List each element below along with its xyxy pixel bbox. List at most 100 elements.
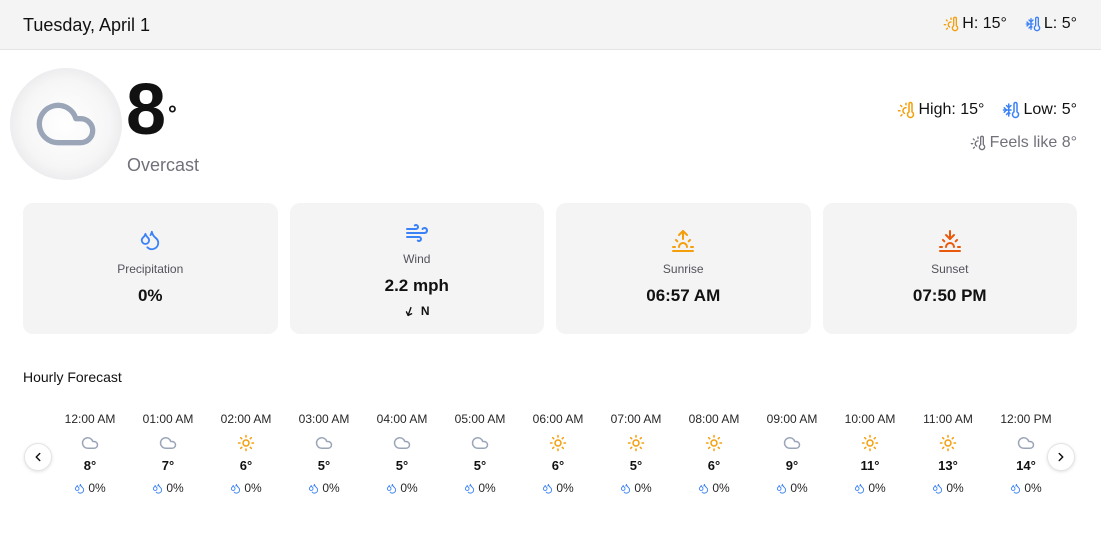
hourly-item: 02:00 AM 6° 0% bbox=[207, 411, 285, 501]
hourly-precip: 0% bbox=[831, 481, 909, 495]
current-high-low: High: 15° Low: 5° bbox=[897, 101, 1077, 119]
droplets-icon bbox=[139, 229, 161, 251]
cloud-icon bbox=[1017, 434, 1035, 452]
droplets-icon bbox=[620, 483, 631, 494]
thermometer-snowflake-icon bbox=[1002, 101, 1020, 119]
hourly-precip: 0% bbox=[597, 481, 675, 495]
hourly-precip-value: 0% bbox=[790, 481, 808, 495]
hourly-time: 03:00 AM bbox=[298, 412, 350, 426]
hourly-precip: 0% bbox=[909, 481, 987, 495]
sunset-card: Sunset 07:50 PM bbox=[822, 203, 1077, 334]
hourly-temp: 5° bbox=[629, 458, 643, 473]
hourly-precip: 0% bbox=[363, 481, 441, 495]
hourly-precip-value: 0% bbox=[244, 481, 262, 495]
precipitation-card: Precipitation 0% bbox=[23, 203, 278, 334]
hourly-temp: 7° bbox=[161, 458, 175, 473]
sun-icon bbox=[549, 434, 567, 452]
hourly-temp: 9° bbox=[785, 458, 799, 473]
hourly-forecast-title: Hourly Forecast bbox=[23, 369, 122, 385]
hourly-item: 06:00 AM 6° 0% bbox=[519, 411, 597, 501]
droplets-icon bbox=[776, 483, 787, 494]
hourly-temp: 13° bbox=[938, 458, 958, 473]
hourly-temp: 8° bbox=[83, 458, 97, 473]
hourly-item: 11:00 AM 13° 0% bbox=[909, 411, 987, 501]
hourly-precip-value: 0% bbox=[556, 481, 574, 495]
hourly-temp: 11° bbox=[860, 458, 880, 473]
current-weather-icon-badge bbox=[10, 68, 122, 180]
hourly-item: 08:00 AM 6° 0% bbox=[675, 411, 753, 501]
current-temperature: 8 bbox=[126, 70, 166, 150]
hourly-precip-value: 0% bbox=[1024, 481, 1042, 495]
hourly-precip: 0% bbox=[753, 481, 831, 495]
feels-like-text: Feels like 8° bbox=[989, 134, 1077, 151]
hourly-precip-value: 0% bbox=[88, 481, 106, 495]
hourly-item: 05:00 AM 5° 0% bbox=[441, 411, 519, 501]
hourly-temp: 6° bbox=[551, 458, 565, 473]
hourly-forecast-list: 12:00 AM 8° 0% 01:00 AM 7° 0% 02:00 AM 6° 0% 03:0… bbox=[51, 411, 1065, 501]
cloud-icon bbox=[393, 434, 411, 452]
hourly-precip-value: 0% bbox=[166, 481, 184, 495]
sunrise-card: Sunrise 06:57 AM bbox=[556, 203, 811, 334]
current-condition: Overcast bbox=[127, 155, 200, 175]
sunset-icon bbox=[938, 229, 962, 253]
hourly-item: 12:00 PM 14° 0% bbox=[987, 411, 1065, 501]
hourly-time: 01:00 AM bbox=[142, 412, 194, 426]
hourly-precip: 0% bbox=[987, 481, 1065, 495]
hourly-precip-value: 0% bbox=[634, 481, 652, 495]
hourly-item: 10:00 AM 11° 0% bbox=[831, 411, 909, 501]
thermometer-sun-icon bbox=[943, 16, 959, 32]
hourly-precip: 0% bbox=[285, 481, 363, 495]
hourly-precip: 0% bbox=[51, 481, 129, 495]
hourly-precip-value: 0% bbox=[478, 481, 496, 495]
droplets-icon bbox=[308, 483, 319, 494]
hourly-precip-value: 0% bbox=[322, 481, 340, 495]
cloud-icon bbox=[783, 434, 801, 452]
thermometer-snowflake-icon bbox=[1025, 16, 1041, 32]
header-low-text: L: 5° bbox=[1043, 15, 1077, 32]
sunrise-label: Sunrise bbox=[662, 262, 704, 276]
wind-speed-value: 2.2 mph bbox=[384, 276, 449, 295]
droplets-icon bbox=[854, 483, 865, 494]
hourly-time: 08:00 AM bbox=[688, 412, 740, 426]
hourly-precip-value: 0% bbox=[400, 481, 418, 495]
droplets-icon bbox=[932, 483, 943, 494]
hourly-temp: 5° bbox=[395, 458, 409, 473]
hourly-temp: 6° bbox=[239, 458, 253, 473]
wind-direction-text: N bbox=[420, 304, 430, 318]
current-high-text: High: 15° bbox=[918, 101, 985, 118]
hourly-item: 03:00 AM 5° 0% bbox=[285, 411, 363, 501]
sunrise-value: 06:57 AM bbox=[646, 286, 721, 305]
droplets-icon bbox=[542, 483, 553, 494]
sun-icon bbox=[939, 434, 957, 452]
hourly-item: 01:00 AM 7° 0% bbox=[129, 411, 207, 501]
hourly-precip-value: 0% bbox=[712, 481, 730, 495]
thermometer-sun-icon bbox=[897, 101, 915, 119]
hourly-precip: 0% bbox=[207, 481, 285, 495]
hourly-time: 09:00 AM bbox=[766, 412, 818, 426]
sun-icon bbox=[861, 434, 879, 452]
top-header: Tuesday, April 1 H: 15° L: 5° bbox=[0, 0, 1101, 50]
hourly-precip-value: 0% bbox=[946, 481, 964, 495]
cloud-icon bbox=[159, 434, 177, 452]
date-label: Tuesday, April 1 bbox=[23, 15, 151, 35]
hourly-time: 12:00 AM bbox=[64, 412, 116, 426]
weather-detail-cards: Precipitation 0% Wind 2.2 mph N Sunrise … bbox=[23, 203, 1077, 334]
droplets-icon bbox=[230, 483, 241, 494]
sunset-value: 07:50 PM bbox=[912, 286, 987, 305]
droplets-icon bbox=[74, 483, 85, 494]
hourly-precip: 0% bbox=[129, 481, 207, 495]
droplets-icon bbox=[464, 483, 475, 494]
hourly-item: 07:00 AM 5° 0% bbox=[597, 411, 675, 501]
precipitation-value: 0% bbox=[137, 286, 163, 305]
cloud-icon bbox=[471, 434, 489, 452]
droplets-icon bbox=[698, 483, 709, 494]
sunrise-icon bbox=[671, 229, 695, 253]
hourly-temp: 14° bbox=[1016, 458, 1036, 473]
sunset-label: Sunset bbox=[931, 262, 969, 276]
hourly-precip-value: 0% bbox=[868, 481, 886, 495]
scroll-left-button[interactable] bbox=[24, 443, 52, 471]
header-high-low: H: 15° L: 5° bbox=[943, 15, 1077, 33]
droplets-icon bbox=[1010, 483, 1021, 494]
hourly-time: 05:00 AM bbox=[454, 412, 506, 426]
chevron-left-icon bbox=[31, 450, 45, 464]
